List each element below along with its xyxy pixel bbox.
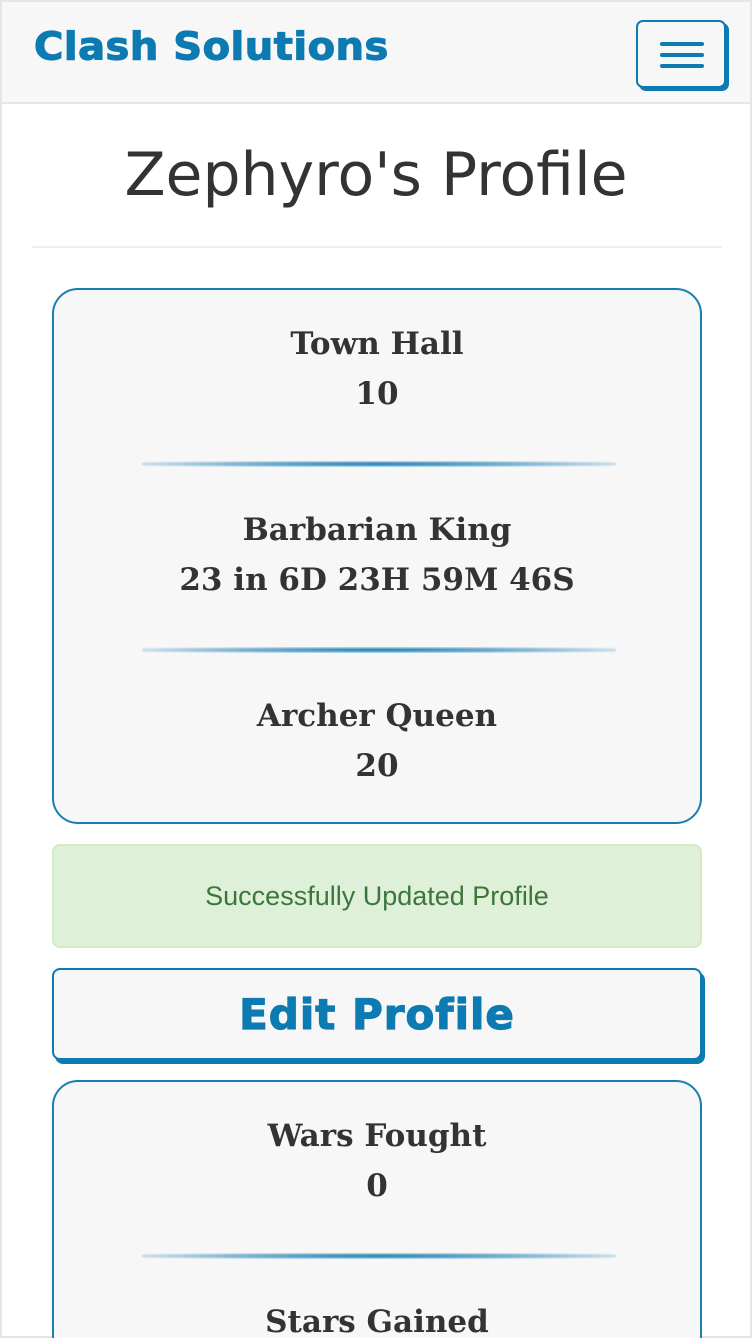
title-divider (32, 246, 722, 248)
stat-divider (142, 461, 616, 467)
stat-label-town-hall: Town Hall (290, 326, 464, 362)
page-title: Zephyro's Profile (124, 140, 628, 210)
stat-value-wars-fought: 0 (366, 1168, 388, 1204)
stat-label-wars-fought: Wars Fought (267, 1118, 487, 1154)
wars-card: Wars Fought 0 Stars Gained (52, 1080, 702, 1338)
navbar: Clash Solutions (0, 0, 752, 104)
stat-value-archer-queen: 20 (355, 748, 399, 784)
hamburger-menu-icon (660, 42, 704, 46)
stat-label-stars-gained: Stars Gained (265, 1304, 489, 1338)
stat-label-barbarian-king: Barbarian King (242, 512, 512, 548)
brand-logo[interactable]: Clash Solutions (33, 25, 389, 70)
stat-value-barbarian-king: 23 in 6D 23H 59M 46S (179, 562, 575, 598)
hamburger-menu-icon-bar (660, 53, 704, 57)
hamburger-menu-icon-bar (660, 64, 704, 68)
stat-value-town-hall: 10 (355, 376, 399, 412)
success-alert: Successfully Updated Profile (52, 844, 702, 948)
stat-divider (142, 647, 616, 653)
menu-toggle-button[interactable] (636, 20, 726, 88)
edit-profile-button[interactable]: Edit Profile (52, 968, 702, 1060)
stat-divider (142, 1253, 616, 1259)
heroes-card: Town Hall 10 Barbarian King 23 in 6D 23H… (52, 288, 702, 824)
stat-label-archer-queen: Archer Queen (256, 698, 498, 734)
